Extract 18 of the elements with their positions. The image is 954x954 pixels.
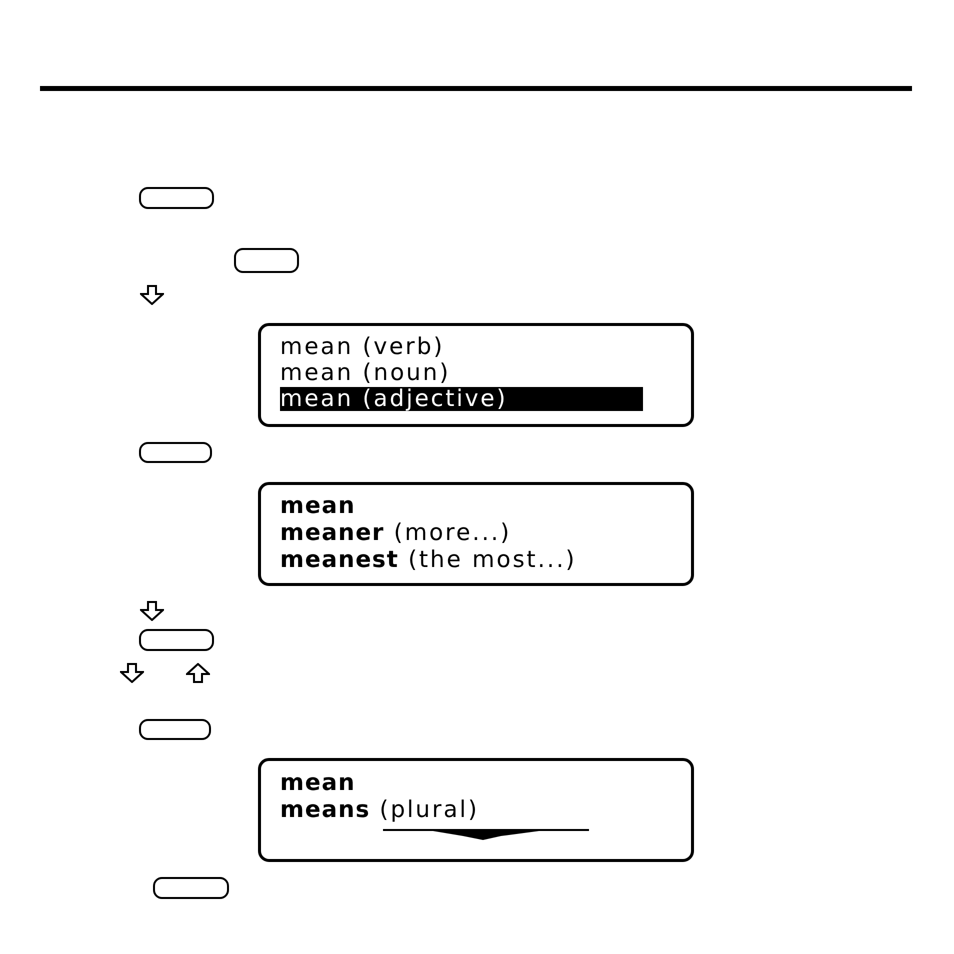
down-arrow-icon: [120, 663, 144, 683]
menu-entry: mean (adjective): [280, 387, 643, 411]
word-form-line: mean: [280, 771, 356, 796]
down-arrow-icon: [140, 285, 164, 305]
menu-entry: mean (verb): [280, 335, 444, 359]
down-arrow-icon: [140, 601, 164, 621]
blank-key-icon: [139, 442, 212, 463]
blank-key-icon: [234, 248, 299, 273]
word-form-line: means (plural): [280, 798, 479, 823]
word-form-line: mean: [280, 494, 356, 519]
up-arrow-icon: [186, 663, 210, 683]
blank-key-icon: [139, 719, 211, 740]
word-form-line: meaner (more...): [280, 521, 512, 546]
blank-key-icon: [139, 629, 214, 651]
word-form-line: meanest (the most...): [280, 548, 576, 573]
menu-entry: mean (noun): [280, 361, 450, 385]
blank-key-icon: [139, 187, 214, 209]
blank-key-icon: [153, 877, 229, 899]
